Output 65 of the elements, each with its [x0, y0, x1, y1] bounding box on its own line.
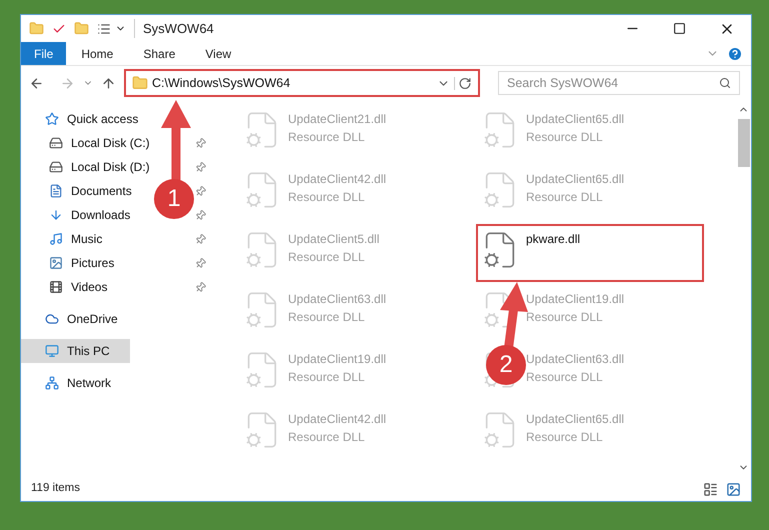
cloud-icon [45, 312, 59, 326]
file-type: Resource DLL [288, 249, 366, 266]
music-icon [49, 232, 63, 246]
nav-label: Quick access [67, 111, 138, 128]
nav-label: OneDrive [67, 311, 118, 328]
download-icon [49, 208, 63, 222]
nav-item[interactable]: Documents [21, 179, 140, 203]
drive-icon [49, 136, 63, 150]
search-icon [719, 77, 731, 89]
folder-icon [132, 75, 148, 91]
nav-label: Local Disk (C:) [71, 135, 150, 152]
nav-item[interactable]: Network [21, 371, 120, 395]
nav-item[interactable]: Pictures [21, 251, 122, 275]
nav-item[interactable]: This PC [21, 339, 130, 363]
pc-icon [45, 344, 59, 358]
file-type: Resource DLL [288, 369, 366, 386]
file-type: Resource DLL [288, 429, 366, 446]
drive-icon [49, 160, 63, 174]
nav-label: Downloads [71, 207, 130, 224]
list-icon[interactable] [97, 22, 111, 36]
star-icon [45, 112, 59, 126]
nav-item[interactable]: Music [21, 227, 110, 251]
file-tab[interactable]: File [21, 42, 66, 65]
nav-item[interactable]: Local Disk (C:) [21, 131, 158, 155]
video-icon [49, 280, 63, 294]
nav-label: Local Disk (D:) [71, 159, 150, 176]
large-icons-view-icon[interactable] [726, 482, 741, 496]
file-type: Resource DLL [526, 129, 604, 146]
nav-label: This PC [67, 343, 110, 360]
nav-item[interactable]: Videos [21, 275, 116, 299]
address-path: C:\Windows\SysWOW64 [152, 74, 292, 92]
window-title: SysWOW64 [134, 18, 214, 38]
address-bar[interactable]: C:\Windows\SysWOW64 [124, 69, 480, 97]
item-count: 119 items [31, 481, 82, 496]
file-type: Resource DLL [288, 129, 366, 146]
nav-label: Music [71, 231, 102, 248]
ribbon-tab[interactable]: Share [128, 42, 190, 65]
file-type: Resource DLL [526, 189, 604, 206]
help-icon[interactable] [727, 46, 743, 62]
back-icon[interactable] [29, 76, 44, 90]
details-view-icon[interactable] [703, 482, 718, 496]
file-type: Resource DLL [288, 189, 366, 206]
nav-item[interactable]: Quick access [21, 107, 146, 131]
nav-item[interactable]: Local Disk (D:) [21, 155, 158, 179]
ribbon-tab[interactable]: View [190, 42, 246, 65]
nav-label: Pictures [71, 255, 114, 272]
maximize-icon[interactable] [673, 22, 686, 35]
picture-icon [49, 256, 63, 270]
file-type: Resource DLL [526, 309, 604, 326]
network-icon [45, 376, 59, 390]
ribbon-tab[interactable]: Home [66, 42, 128, 65]
up-icon[interactable] [101, 76, 116, 90]
file-name[interactable]: pkware.dll [526, 230, 580, 248]
search-placeholder: Search SysWOW64 [507, 74, 620, 92]
file-type: Resource DLL [526, 369, 604, 386]
refresh-icon[interactable] [454, 76, 472, 90]
document-icon [49, 184, 63, 198]
scroll-thumb[interactable] [738, 119, 750, 167]
nav-label: Documents [71, 183, 132, 200]
file-type: Resource DLL [526, 429, 604, 446]
nav-item[interactable]: OneDrive [21, 307, 126, 331]
file-type: Resource DLL [288, 309, 366, 326]
nav-item[interactable]: Downloads [21, 203, 138, 227]
nav-label: Network [67, 375, 112, 392]
nav-label: Videos [71, 279, 108, 296]
